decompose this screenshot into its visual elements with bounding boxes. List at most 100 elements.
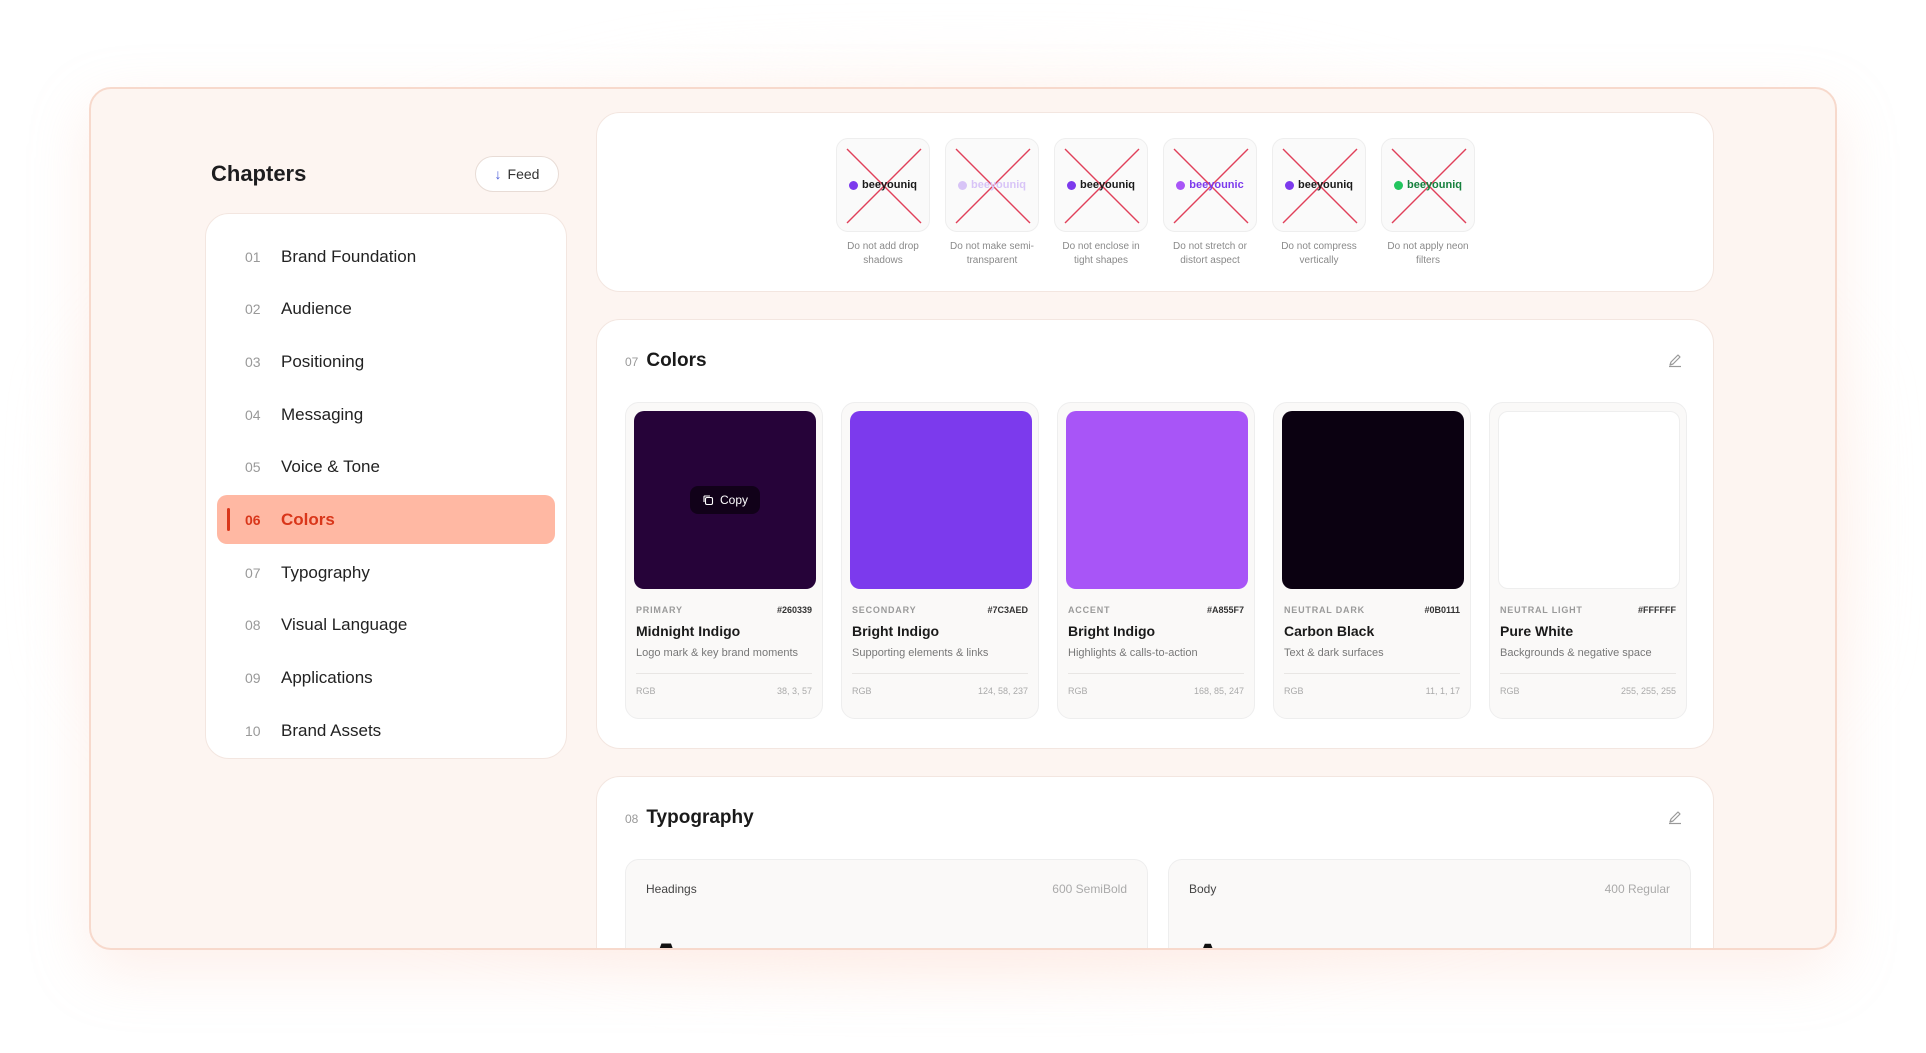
chapter-number: 01 [245, 248, 261, 265]
typography-card-headings[interactable]: Headings 600 SemiBold Aa [625, 859, 1148, 948]
logo-misuse-row: beeyouniq Do not add drop shadows beeyou… [836, 138, 1475, 268]
logo-misuse-preview: beeyouniq [1381, 138, 1475, 232]
section-header: 08 Typography [625, 807, 754, 829]
logo-text: beeyouniq [970, 179, 1026, 191]
color-swatch-card[interactable]: ACCENT #A855F7 Bright Indigo Highlights … [1057, 402, 1255, 719]
type-weight: 600 SemiBold [1052, 882, 1127, 896]
rgb-label: RGB [1500, 686, 1520, 696]
chapters-title: Chapters [211, 161, 307, 186]
chapter-number: 03 [245, 353, 261, 370]
color-preview[interactable] [850, 411, 1032, 589]
logo-misuse-item: beeyounic Do not stretch or distort aspe… [1163, 138, 1257, 268]
chapter-item-visual-language[interactable]: 08 Visual Language [217, 601, 555, 650]
color-swatch-card[interactable]: Copy PRIMARY #260339 Midnight Indigo Log… [625, 402, 823, 719]
rgb-value: 168, 85, 247 [1193, 686, 1244, 696]
color-preview[interactable] [1498, 411, 1680, 589]
chapter-number: 04 [245, 406, 261, 423]
chapter-item-typography[interactable]: 07 Typography [217, 548, 555, 597]
logo-misuse-item: beeyouniq Do not compress vertically [1272, 138, 1366, 268]
logo-text: beeyouniq [861, 179, 917, 191]
type-kind: Body [1189, 882, 1217, 896]
edit-pencil-icon[interactable] [1667, 352, 1683, 368]
color-preview[interactable] [1066, 411, 1248, 589]
color-hex[interactable]: #0B0111 [1424, 605, 1460, 615]
color-preview[interactable]: Copy [634, 411, 816, 589]
color-usage: Logo mark & key brand moments [636, 647, 799, 659]
chapter-label: Colors [281, 509, 335, 529]
divider [1284, 673, 1460, 674]
brand-logo: beeyouniq [957, 179, 1026, 191]
typography-section: 08 Typography Headings 600 SemiBold Aa B… [596, 776, 1714, 948]
chapter-label: Visual Language [281, 615, 408, 635]
chapter-item-messaging[interactable]: 04 Messaging [217, 390, 555, 439]
color-hex[interactable]: #7C3AED [987, 605, 1028, 615]
copy-button[interactable]: Copy [689, 486, 760, 514]
color-role: ACCENT [1068, 605, 1111, 615]
misuse-caption: Do not compress vertically [1281, 241, 1357, 266]
color-role: NEUTRAL DARK [1284, 605, 1365, 615]
section-number: 08 [625, 812, 639, 826]
divider [852, 673, 1028, 674]
chapter-item-applications[interactable]: 09 Applications [217, 654, 555, 703]
section-header: 07 Colors [625, 350, 707, 372]
color-role: PRIMARY [636, 605, 683, 615]
rgb-value: 255, 255, 255 [1620, 686, 1676, 696]
chapter-item-audience[interactable]: 02 Audience [217, 285, 555, 334]
color-hex[interactable]: #260339 [777, 605, 812, 615]
arrow-down-icon: ↓ [494, 166, 502, 182]
chapter-label: Typography [281, 562, 370, 582]
color-usage: Supporting elements & links [852, 647, 989, 659]
rgb-value: 11, 1, 17 [1425, 686, 1460, 696]
logo-dot-icon [957, 180, 967, 190]
app-frame: Chapters ↓ Feed 01 Brand Foundation 02 A… [89, 87, 1837, 950]
color-usage: Text & dark surfaces [1284, 647, 1384, 659]
color-swatch-card[interactable]: SECONDARY #7C3AED Bright Indigo Supporti… [841, 402, 1039, 719]
color-name: Midnight Indigo [636, 623, 741, 639]
chapter-label: Positioning [281, 351, 365, 371]
color-name: Carbon Black [1284, 623, 1375, 639]
rgb-label: RGB [1068, 686, 1088, 696]
logo-misuse-preview: beeyouniq [1054, 138, 1148, 232]
chapter-item-colors[interactable]: 06 Colors [217, 495, 555, 545]
color-hex[interactable]: #FFFFFF [1638, 605, 1676, 615]
rgb-label: RGB [1284, 686, 1304, 696]
chapter-item-positioning[interactable]: 03 Positioning [217, 337, 555, 386]
color-swatch-card[interactable]: NEUTRAL LIGHT #FFFFFF Pure White Backgro… [1489, 402, 1687, 719]
chapter-item-brand-assets[interactable]: 10 Brand Assets [217, 706, 555, 755]
logo-misuse-preview: beeyounic [1163, 138, 1257, 232]
logo-misuse-item: beeyouniq Do not add drop shadows [836, 138, 930, 268]
misuse-caption: Do not apply neon filters [1387, 241, 1469, 266]
chapter-item-brand-foundation[interactable]: 01 Brand Foundation [217, 232, 555, 281]
logo-misuse-item: beeyouniq Do not make semi-transparent [945, 138, 1039, 268]
misuse-caption: Do not add drop shadows [847, 241, 919, 266]
logo-dot-icon [1176, 180, 1186, 190]
chapter-label: Brand Assets [281, 720, 382, 740]
edit-pencil-icon[interactable] [1667, 809, 1683, 825]
chapter-label: Voice & Tone [281, 457, 380, 477]
section-title: Typography [646, 807, 754, 828]
logo-misuse-panel: beeyouniq Do not add drop shadows beeyou… [596, 112, 1714, 292]
chapter-label: Audience [281, 299, 352, 319]
logo-dot-icon [1284, 180, 1294, 190]
rgb-value: 124, 58, 237 [977, 686, 1028, 696]
color-preview[interactable] [1282, 411, 1464, 589]
feed-button[interactable]: ↓ Feed [475, 156, 559, 192]
chapter-item-voice-tone[interactable]: 05 Voice & Tone [217, 443, 555, 492]
logo-text: beeyouniq [1406, 179, 1462, 191]
logo-misuse-item: beeyouniq Do not apply neon filters [1381, 138, 1475, 268]
color-usage: Highlights & calls-to-action [1068, 647, 1198, 659]
typography-card-body[interactable]: Body 400 Regular Aa [1168, 859, 1691, 948]
brand-logo: beeyounic [1176, 179, 1244, 191]
color-hex[interactable]: #A855F7 [1207, 605, 1244, 615]
misuse-caption: Do not stretch or distort aspect [1173, 241, 1247, 266]
color-swatch-card[interactable]: NEUTRAL DARK #0B0111 Carbon Black Text &… [1273, 402, 1471, 719]
typography-card-row: Headings 600 SemiBold Aa Body 400 Regula… [625, 859, 1691, 948]
chapter-label: Brand Foundation [281, 246, 417, 266]
type-sample: Aa [646, 930, 718, 948]
copy-icon [703, 495, 714, 506]
logo-text: beeyouniq [1297, 179, 1353, 191]
copy-label: Copy [719, 493, 748, 507]
logo-text: beeyounic [1189, 179, 1244, 191]
chapter-number: 02 [245, 301, 261, 318]
divider [1500, 673, 1676, 674]
